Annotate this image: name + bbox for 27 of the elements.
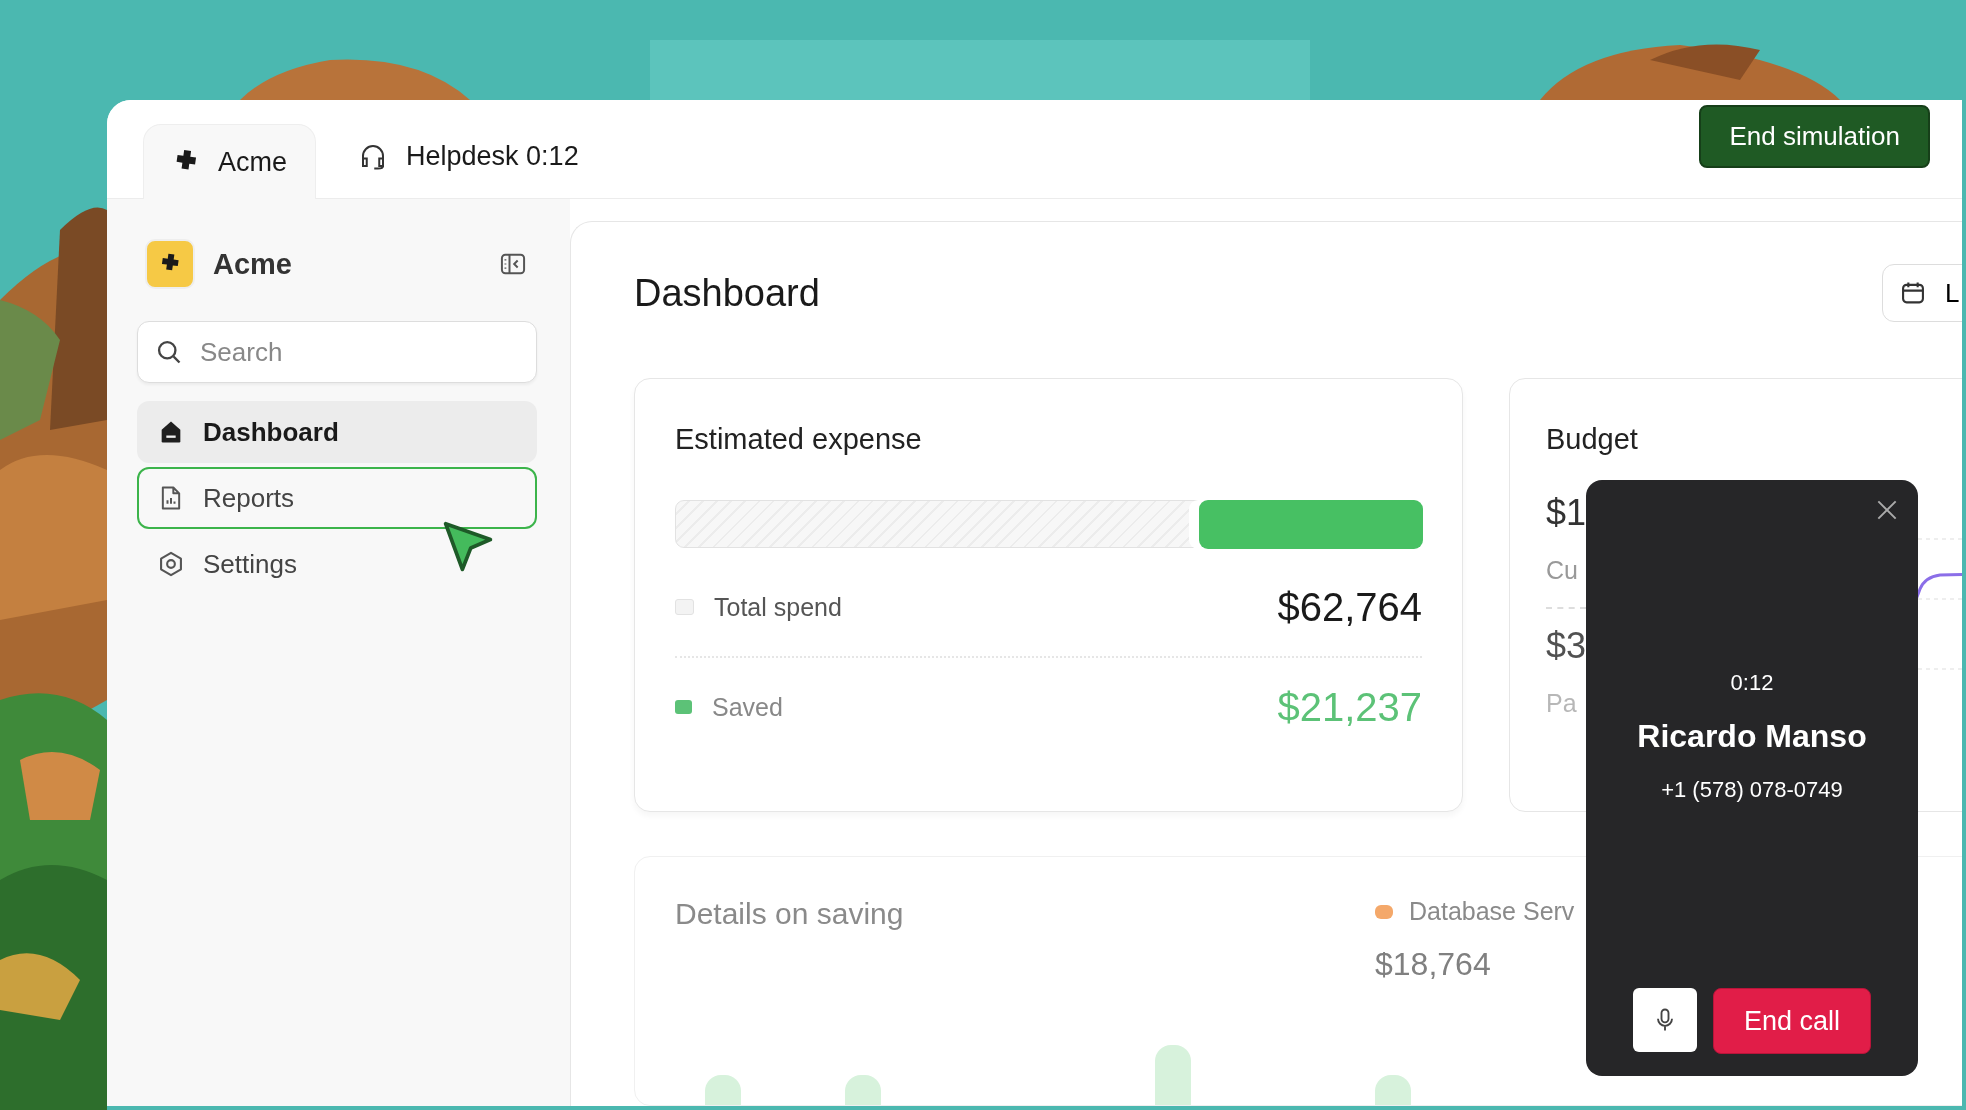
amount: $18,764 — [1375, 946, 1491, 983]
row-label: Total spend — [714, 592, 843, 622]
sidebar-item[interactable]: Dashboard — [137, 401, 537, 463]
card-title: Budget — [1546, 423, 1638, 456]
stat-label: Cu — [1546, 556, 1578, 585]
sidebar-item[interactable]: Settings — [137, 533, 537, 595]
phone-number: +1 (578) 078-0749 — [1661, 777, 1843, 803]
amount: $3 — [1546, 625, 1587, 667]
tab[interactable]: Helpdesk 0:12 — [330, 121, 607, 199]
search-field[interactable]: Search — [137, 321, 537, 383]
amount: $62,764 — [1277, 584, 1422, 630]
card-title: Details on saving — [675, 897, 904, 931]
end-call-button[interactable]: End call — [1713, 988, 1871, 1054]
caller-name: Ricardo Manso — [1637, 718, 1867, 755]
stat-label: Pa — [1546, 689, 1577, 718]
call-timer: 0:12 — [1730, 670, 1774, 696]
legend-label: Database Serv — [1409, 897, 1575, 926]
amount: $1 — [1546, 492, 1587, 534]
sidebar-item[interactable]: Reports — [137, 467, 537, 529]
brand-name: Acme — [213, 247, 293, 281]
end-simulation-button[interactable]: End simulation — [1699, 104, 1930, 168]
row-label: Saved — [712, 692, 784, 722]
tab[interactable]: Acme — [143, 124, 317, 199]
page-title: Dashboard — [634, 271, 820, 315]
date-button[interactable]: L — [1882, 264, 1962, 322]
amount: $21,237 — [1277, 684, 1422, 730]
card-title: Estimated expense — [675, 423, 922, 456]
